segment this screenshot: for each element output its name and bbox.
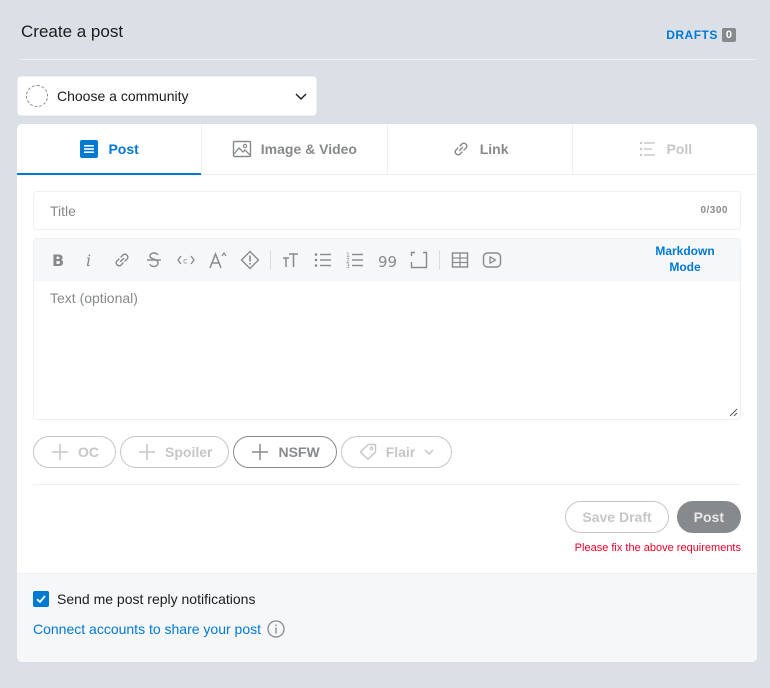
svg-text:3: 3 bbox=[346, 263, 350, 270]
post-type-tabs: Post Image & Video Link Poll bbox=[17, 124, 757, 175]
connect-accounts-link[interactable]: Connect accounts to share your post bbox=[33, 621, 261, 637]
spoiler-icon bbox=[240, 250, 260, 270]
drafts-count-badge: 0 bbox=[721, 28, 736, 42]
bulleted-list-icon bbox=[314, 253, 331, 267]
community-selector-label: Choose a community bbox=[57, 88, 189, 104]
superscript-icon bbox=[209, 251, 227, 269]
save-draft-button[interactable]: Save Draft bbox=[565, 501, 669, 533]
plus-icon bbox=[139, 444, 155, 460]
svg-text:99: 99 bbox=[378, 253, 397, 270]
reply-notifications-label: Send me post reply notifications bbox=[57, 591, 256, 607]
plus-icon bbox=[252, 444, 269, 460]
markdown-mode-label-line1: Markdown bbox=[655, 244, 715, 258]
poll-icon bbox=[639, 141, 655, 157]
editor-toolbar: B i c 123 99 Markdown Mode bbox=[34, 239, 740, 281]
quote-button[interactable]: 99 bbox=[371, 244, 403, 276]
svg-text:c: c bbox=[183, 257, 187, 266]
code-block-button[interactable] bbox=[403, 244, 435, 276]
markdown-mode-label-line2: Mode bbox=[669, 260, 701, 274]
link-icon bbox=[115, 253, 129, 267]
toolbar-divider bbox=[439, 250, 440, 270]
tab-link[interactable]: Link bbox=[388, 124, 573, 174]
resize-handle-icon[interactable] bbox=[728, 407, 738, 417]
info-icon[interactable] bbox=[266, 619, 286, 639]
reply-notifications-checkbox[interactable] bbox=[33, 591, 49, 607]
tab-poll[interactable]: Poll bbox=[573, 124, 757, 174]
table-icon bbox=[451, 252, 469, 268]
drafts-label: DRAFTS bbox=[666, 28, 718, 42]
bold-icon: B bbox=[52, 251, 64, 270]
tab-image-video-label: Image & Video bbox=[260, 141, 357, 157]
svg-text:i: i bbox=[86, 251, 91, 270]
plus-icon bbox=[52, 444, 68, 460]
connect-accounts-row: Connect accounts to share your post bbox=[33, 619, 286, 639]
create-post-card: Post Image & Video Link Poll 0/300 B i c bbox=[17, 124, 757, 662]
chevron-down-icon bbox=[295, 93, 307, 100]
post-icon bbox=[80, 140, 99, 158]
chevron-down-icon bbox=[424, 449, 434, 455]
link-button[interactable] bbox=[106, 244, 138, 276]
tab-link-label: Link bbox=[479, 141, 509, 157]
page-header: Create a post DRAFTS 0 bbox=[20, 20, 756, 60]
community-placeholder-icon bbox=[26, 85, 48, 107]
oc-tag-button[interactable]: OC bbox=[33, 436, 116, 468]
post-tags: OC Spoiler NSFW Flair bbox=[33, 436, 453, 468]
numbered-list-icon: 123 bbox=[346, 252, 363, 270]
spoiler-tag-label: Spoiler bbox=[165, 444, 213, 460]
flair-label: Flair bbox=[385, 444, 416, 460]
tab-image-video[interactable]: Image & Video bbox=[202, 124, 388, 174]
link-icon bbox=[454, 142, 468, 156]
heading-icon bbox=[283, 253, 298, 267]
reply-notifications-option: Send me post reply notifications bbox=[33, 591, 255, 607]
title-field: 0/300 bbox=[33, 191, 741, 230]
tab-poll-label: Poll bbox=[666, 141, 693, 157]
tag-icon bbox=[359, 443, 376, 461]
bulleted-list-button[interactable] bbox=[307, 244, 339, 276]
tab-post[interactable]: Post bbox=[17, 124, 203, 175]
inline-code-button[interactable]: c bbox=[170, 244, 202, 276]
toolbar-divider bbox=[270, 250, 271, 270]
heading-button[interactable] bbox=[275, 244, 307, 276]
bold-button[interactable]: B bbox=[42, 244, 74, 276]
spoiler-button[interactable] bbox=[234, 244, 266, 276]
nsfw-tag-button[interactable]: NSFW bbox=[233, 436, 337, 468]
post-button[interactable]: Post bbox=[676, 501, 741, 533]
strikethrough-button[interactable] bbox=[138, 244, 170, 276]
title-char-counter: 0/300 bbox=[700, 205, 728, 216]
svg-text:B: B bbox=[52, 251, 64, 270]
page-title: Create a post bbox=[21, 22, 124, 41]
inline-code-icon: c bbox=[177, 255, 195, 266]
post-actions: Save Draft Post bbox=[565, 501, 741, 533]
italic-button[interactable]: i bbox=[74, 244, 106, 276]
title-input[interactable] bbox=[50, 202, 701, 219]
superscript-button[interactable] bbox=[202, 244, 234, 276]
italic-icon: i bbox=[86, 251, 91, 270]
section-divider bbox=[33, 484, 741, 485]
flair-button[interactable]: Flair bbox=[340, 436, 453, 468]
community-selector[interactable]: Choose a community bbox=[17, 76, 317, 116]
spoiler-tag-button[interactable]: Spoiler bbox=[120, 436, 230, 468]
drafts-button[interactable]: DRAFTS 0 bbox=[666, 28, 736, 42]
post-options-footer: Send me post reply notifications Connect… bbox=[17, 573, 757, 662]
body-textarea[interactable] bbox=[34, 281, 740, 419]
code-block-icon bbox=[410, 251, 428, 269]
video-button[interactable] bbox=[476, 244, 508, 276]
text-editor: B i c 123 99 Markdown Mode bbox=[33, 238, 741, 420]
markdown-mode-toggle[interactable]: Markdown Mode bbox=[650, 243, 720, 275]
nsfw-tag-label: NSFW bbox=[278, 444, 320, 460]
validation-error-message: Please fix the above requirements bbox=[574, 542, 741, 554]
numbered-list-button[interactable]: 123 bbox=[339, 244, 371, 276]
strikethrough-icon bbox=[147, 252, 161, 268]
oc-tag-label: OC bbox=[78, 444, 99, 460]
quote-icon: 99 bbox=[378, 253, 397, 270]
checkmark-icon bbox=[36, 595, 46, 604]
image-icon bbox=[232, 140, 251, 158]
video-icon bbox=[482, 252, 502, 268]
tab-post-label: Post bbox=[108, 141, 139, 157]
table-button[interactable] bbox=[444, 244, 476, 276]
